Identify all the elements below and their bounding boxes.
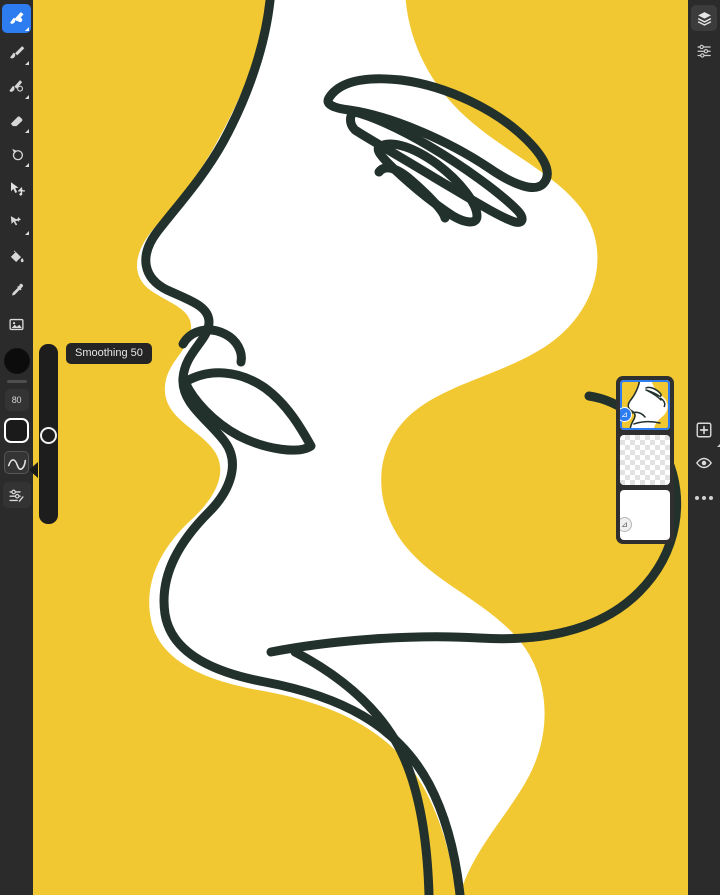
move-icon [10,181,25,196]
brush-icon [10,12,24,24]
plus-square-icon [696,422,712,438]
tool-select[interactable] [2,208,31,237]
tool-eyedropper[interactable] [2,276,31,305]
dot [709,496,713,500]
add-layer-button[interactable] [691,417,720,447]
submenu-indicator [25,95,29,99]
tool-settings-button[interactable] [2,482,31,508]
color-swatch[interactable] [3,348,30,374]
slider-caret [29,462,38,478]
layer-thumbnail-background[interactable]: ⊿ [620,490,670,540]
tool-brush[interactable] [2,4,31,33]
paint-bucket-icon [10,250,24,263]
tool-transform[interactable] [2,174,31,203]
dot [695,496,699,500]
brush-shape-button[interactable] [4,418,29,443]
tool-image[interactable] [2,310,31,339]
brush-size-value: 80 [11,395,22,405]
eye-icon [696,457,712,469]
transparency-checkerboard [620,435,670,485]
submenu-indicator [25,61,29,65]
tool-smudge[interactable] [2,72,31,101]
dot [702,496,706,500]
panel-tab-layers[interactable] [691,5,717,31]
sliders-icon [9,489,24,502]
brush-size-field[interactable]: 80 [4,389,29,411]
layer-thumbnail-transparent[interactable] [620,435,670,485]
submenu-indicator [25,231,29,235]
tool-lasso-fill[interactable] [2,140,31,169]
tool-paint-bucket[interactable] [2,242,31,271]
smudge-icon [9,80,24,92]
layer-preview-white [620,490,670,540]
eraser-icon [10,116,23,127]
layer-visibility-button[interactable] [691,450,717,476]
artwork-svg [33,0,688,895]
app-root: 80 Smoothing 50 ⊿ ⊿ [0,0,720,895]
tool-paintbrush[interactable] [2,38,31,67]
layer-thumbnail-artwork[interactable]: ⊿ [620,380,670,430]
wave-icon [7,458,26,470]
smoothing-slider-handle[interactable] [40,427,57,444]
drawing-canvas[interactable] [33,0,688,895]
more-options-button[interactable] [691,485,717,511]
sliders-icon [696,44,711,58]
submenu-indicator [25,27,29,31]
lasso-fill-icon [12,148,24,161]
submenu-indicator [25,129,29,133]
smoothing-tooltip: Smoothing 50 [66,343,152,364]
eyedropper-icon [12,283,23,296]
image-icon [9,318,24,331]
paintbrush-icon [10,46,25,59]
smoothing-button[interactable] [4,451,29,474]
right-toolbar [688,0,720,895]
layers-stack-icon [697,11,711,26]
opacity-indicator [6,380,27,383]
magic-wand-icon [10,216,22,226]
left-toolbar: 80 [0,0,33,895]
panel-tab-adjustments[interactable] [691,37,717,63]
tool-eraser[interactable] [2,106,31,135]
layers-panel: ⊿ ⊿ [616,376,674,544]
submenu-indicator [25,163,29,167]
layer-preview-artwork [620,380,670,430]
